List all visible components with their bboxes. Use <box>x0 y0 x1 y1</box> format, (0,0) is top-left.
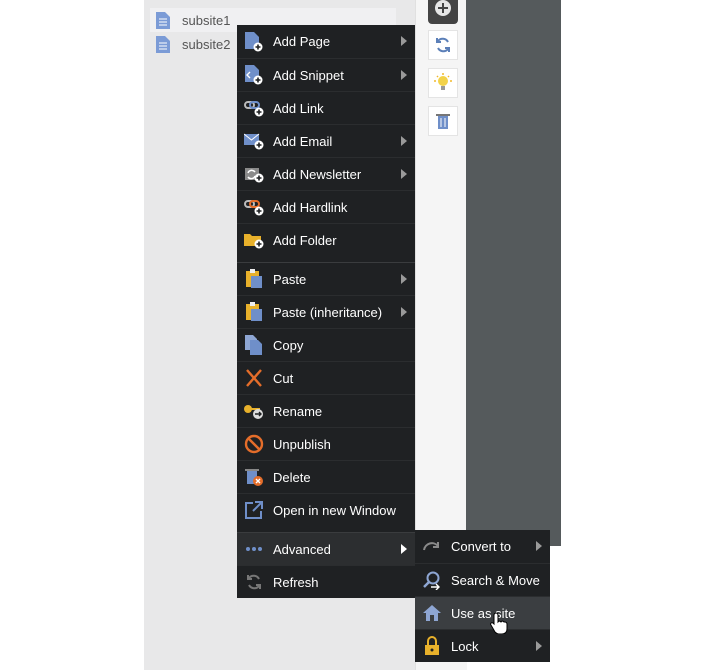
submenu-arrow-icon <box>401 36 407 46</box>
submenu-arrow-icon <box>401 307 407 317</box>
menu-item-label: Add Snippet <box>273 67 344 83</box>
submenu-arrow-icon <box>401 274 407 284</box>
menu-item-label: Convert to <box>451 539 511 554</box>
tree-item-label: subsite2 <box>182 36 231 52</box>
paste-icon <box>243 268 265 290</box>
rename-icon <box>243 400 265 422</box>
email-add-icon <box>243 130 265 152</box>
menu-item-add-folder[interactable]: Add Folder <box>237 223 415 256</box>
recycle-bin-button[interactable] <box>428 106 458 136</box>
menu-item-label: Add Page <box>273 34 331 49</box>
submenu-arrow-icon <box>401 544 407 554</box>
submenu-arrow-icon <box>401 169 407 179</box>
menu-item-label: Add Folder <box>273 232 337 248</box>
submenu-arrow-icon <box>401 136 407 146</box>
menu-item-label: Advanced <box>273 541 331 557</box>
menu-item-label: Copy <box>273 337 304 353</box>
menu-item-open-new-window[interactable]: Open in new Window <box>237 493 415 526</box>
newsletter-add-icon <box>243 163 265 185</box>
more-icon <box>243 538 265 560</box>
plus-icon <box>435 0 451 16</box>
menu-item-add-email[interactable]: Add Email <box>237 124 415 157</box>
unpublish-icon <box>243 433 265 455</box>
bulb-button[interactable] <box>428 68 458 98</box>
menu-item-label: Paste <box>273 271 307 287</box>
cut-icon <box>243 367 265 389</box>
content-area <box>466 0 561 546</box>
copy-icon <box>243 334 265 356</box>
delete-icon <box>243 466 265 488</box>
menu-item-unpublish[interactable]: Unpublish <box>237 427 415 460</box>
refresh-icon <box>436 37 450 53</box>
menu-item-advanced[interactable]: Advanced <box>237 532 415 565</box>
paste-inheritance-icon <box>243 301 265 323</box>
open-window-icon <box>243 499 265 521</box>
hand-cursor-icon <box>490 612 508 634</box>
advanced-submenu: Convert to Search & Move Use as site Loc… <box>415 530 550 662</box>
menu-item-cut[interactable]: Cut <box>237 361 415 394</box>
menu-item-label: Delete <box>273 469 311 485</box>
page-add-icon <box>243 31 265 53</box>
add-button[interactable] <box>428 0 458 24</box>
menu-item-add-hardlink[interactable]: Add Hardlink <box>237 190 415 223</box>
folder-add-icon <box>243 229 265 251</box>
document-icon <box>156 35 170 53</box>
menu-item-copy[interactable]: Copy <box>237 328 415 361</box>
submenu-arrow-icon <box>536 641 542 651</box>
menu-item-label: Refresh <box>273 574 319 590</box>
menu-item-label: Add Hardlink <box>273 199 348 215</box>
menu-item-label: Add Link <box>273 100 324 116</box>
refresh-icon <box>243 571 265 593</box>
refresh-button[interactable] <box>428 30 458 60</box>
trash-icon <box>436 114 450 129</box>
menu-item-label: Lock <box>451 638 479 654</box>
menu-item-label: Cut <box>273 370 294 386</box>
document-icon <box>156 11 170 29</box>
menu-item-label: Add Email <box>273 133 333 149</box>
menu-item-add-newsletter[interactable]: Add Newsletter <box>237 157 415 190</box>
submenu-item-lock[interactable]: Lock <box>415 629 550 662</box>
submenu-item-use-as-site[interactable]: Use as site <box>415 596 550 629</box>
context-menu: Add Page Add Snippet Add Link Add Email … <box>237 25 415 598</box>
hardlink-add-icon <box>243 196 265 218</box>
snippet-add-icon <box>243 64 265 86</box>
submenu-item-convert-to[interactable]: Convert to <box>415 530 550 563</box>
menu-item-delete[interactable]: Delete <box>237 460 415 493</box>
lightbulb-icon <box>434 73 452 90</box>
menu-item-label: Rename <box>273 403 323 419</box>
tree-item-label: subsite1 <box>182 12 231 28</box>
menu-item-add-page[interactable]: Add Page <box>237 25 415 58</box>
home-icon <box>421 602 443 624</box>
menu-item-label: Paste (inheritance) <box>273 304 383 320</box>
menu-item-add-snippet[interactable]: Add Snippet <box>237 58 415 91</box>
submenu-arrow-icon <box>401 70 407 80</box>
menu-item-label: Add Newsletter <box>273 166 362 182</box>
menu-item-label: Unpublish <box>273 436 331 452</box>
submenu-arrow-icon <box>536 541 542 551</box>
lock-icon <box>421 635 443 657</box>
menu-item-rename[interactable]: Rename <box>237 394 415 427</box>
search-move-icon <box>421 569 443 591</box>
content-edge <box>550 546 561 670</box>
convert-icon <box>421 536 443 558</box>
menu-item-paste-inheritance[interactable]: Paste (inheritance) <box>237 295 415 328</box>
menu-item-paste[interactable]: Paste <box>237 262 415 295</box>
link-add-icon <box>243 97 265 119</box>
menu-item-label: Open in new Window <box>273 502 396 518</box>
menu-item-label: Search & Move <box>451 572 540 588</box>
menu-item-refresh[interactable]: Refresh <box>237 565 415 598</box>
menu-item-add-link[interactable]: Add Link <box>237 91 415 124</box>
submenu-item-search-move[interactable]: Search & Move <box>415 563 550 596</box>
